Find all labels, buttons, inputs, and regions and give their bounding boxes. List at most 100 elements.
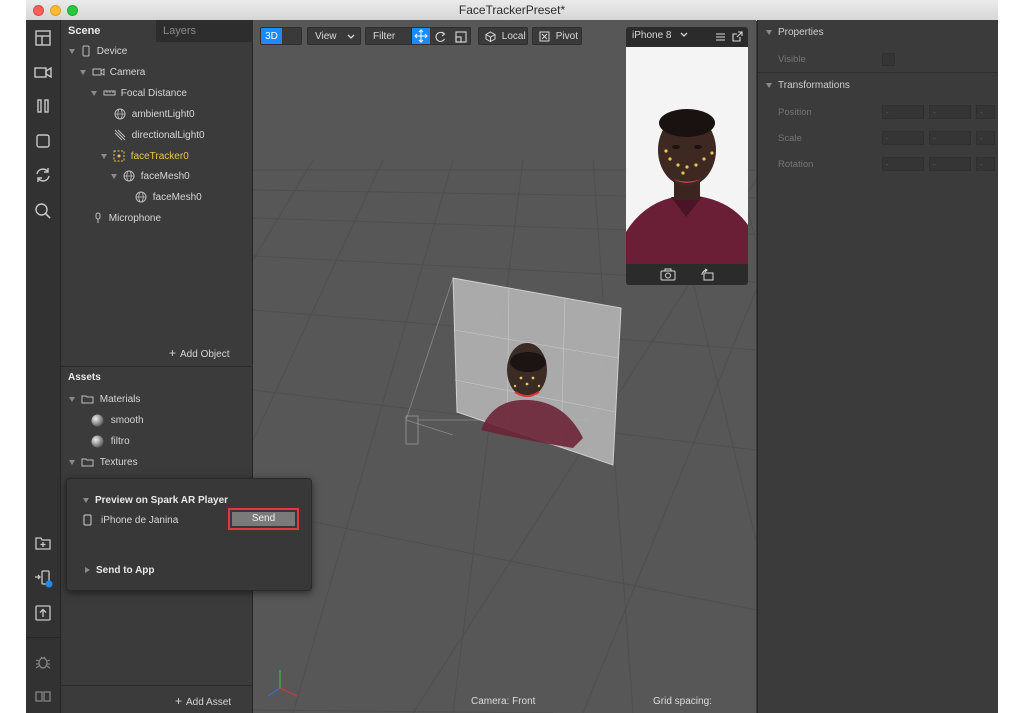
- chevron-down-icon: [347, 34, 355, 39]
- video-camera-icon[interactable]: [33, 62, 53, 82]
- tree-item-face-mesh[interactable]: faceMesh0: [111, 168, 190, 186]
- tree-item-device[interactable]: Device: [69, 43, 127, 61]
- position-x-field[interactable]: -: [882, 105, 924, 119]
- expand-arrow-icon[interactable]: [766, 82, 772, 88]
- expand-arrow-icon[interactable]: [69, 48, 75, 54]
- asset-folder-textures[interactable]: Textures: [69, 454, 138, 472]
- rotation-x-field[interactable]: -: [882, 157, 924, 171]
- layout-icon[interactable]: [33, 28, 53, 48]
- title-bar: FaceTrackerPreset*: [26, 0, 998, 21]
- transformations-header[interactable]: Transformations: [766, 80, 850, 91]
- camera-preview-image: [626, 47, 748, 264]
- face-mesh-icon: [135, 191, 147, 203]
- scale-z-field[interactable]: -: [976, 131, 995, 145]
- scene-panel: Scene Layers Device Camera Focal Distanc…: [61, 20, 258, 365]
- add-asset-label: Add Asset: [186, 697, 232, 708]
- rotation-label: Rotation: [778, 159, 814, 170]
- pivot-icon: [539, 31, 550, 42]
- popout-icon[interactable]: [732, 31, 743, 42]
- filter-dropdown[interactable]: Filter: [365, 27, 413, 45]
- popup-section-preview[interactable]: Preview on Spark AR Player: [83, 495, 228, 506]
- tree-item-label: faceMesh0: [140, 171, 190, 182]
- plus-icon: +: [169, 346, 177, 360]
- upload-icon[interactable]: [33, 603, 53, 623]
- rotate-device-icon[interactable]: [700, 268, 714, 281]
- tree-item-label: directionalLight0: [131, 130, 205, 141]
- material-sphere-icon: [91, 435, 104, 448]
- camera-status: Camera: Front: [471, 696, 536, 707]
- send-button[interactable]: Send: [232, 512, 295, 526]
- expand-arrow-icon[interactable]: [766, 29, 772, 35]
- send-to-app-label: Send to App: [96, 565, 155, 576]
- asset-material-smooth[interactable]: smooth: [91, 412, 144, 430]
- tree-item-face-mesh-child[interactable]: faceMesh0: [135, 189, 202, 207]
- pivot-label: Pivot: [555, 31, 579, 42]
- mode-3d-button[interactable]: 3D: [261, 28, 282, 44]
- left-toolbar: [26, 20, 61, 713]
- face-mesh-icon: [123, 170, 135, 182]
- scene-viewport[interactable]: 3D2D View Filter Local Pivot iPhone 8: [253, 20, 756, 713]
- docs-icon[interactable]: [33, 687, 53, 707]
- flip-camera-icon[interactable]: [660, 268, 676, 281]
- add-asset-button[interactable]: + Add Asset: [175, 694, 231, 708]
- phone-icon: [83, 514, 92, 526]
- tree-item-label: faceTracker0: [130, 151, 189, 162]
- tab-layers[interactable]: Layers: [156, 20, 258, 42]
- tab-scene[interactable]: Scene: [61, 20, 156, 42]
- tree-item-ambient-light[interactable]: ambientLight0: [114, 106, 195, 124]
- rotation-y-field[interactable]: -: [929, 157, 971, 171]
- face-tracker-icon: [113, 150, 125, 162]
- move-tool-icon[interactable]: [412, 28, 430, 44]
- expand-arrow-icon[interactable]: [91, 90, 97, 96]
- visible-checkbox[interactable]: [882, 53, 895, 66]
- collapsed-arrow-icon[interactable]: [85, 567, 90, 574]
- add-object-button[interactable]: + Add Object: [169, 346, 230, 360]
- tree-item-microphone[interactable]: Microphone: [93, 210, 161, 228]
- expand-arrow-icon[interactable]: [101, 153, 107, 159]
- local-label: Local: [501, 31, 526, 42]
- expand-arrow-icon[interactable]: [111, 173, 117, 179]
- asset-folder-materials[interactable]: Materials: [69, 391, 140, 409]
- asset-material-filtro[interactable]: filtro: [91, 433, 130, 451]
- device-select[interactable]: iPhone 8: [632, 30, 688, 41]
- tree-item-face-tracker[interactable]: faceTracker0: [101, 148, 189, 166]
- bug-report-icon[interactable]: [33, 652, 53, 672]
- tree-item-camera[interactable]: Camera: [80, 64, 145, 82]
- position-label: Position: [778, 107, 812, 118]
- popup-section-send-to-app[interactable]: Send to App: [85, 565, 155, 576]
- add-object-label: Add Object: [180, 349, 230, 360]
- scale-tool-icon[interactable]: [454, 30, 468, 43]
- scale-x-field[interactable]: -: [882, 131, 924, 145]
- properties-header[interactable]: Properties: [766, 27, 824, 38]
- stop-icon[interactable]: [33, 131, 53, 151]
- tree-item-directional-light[interactable]: directionalLight0: [114, 127, 205, 145]
- rotation-z-field[interactable]: -: [976, 157, 995, 171]
- expand-arrow-icon[interactable]: [69, 396, 75, 402]
- restart-icon[interactable]: [33, 165, 53, 185]
- position-z-field[interactable]: -: [976, 105, 995, 119]
- test-on-device-icon[interactable]: [33, 568, 53, 588]
- menu-icon[interactable]: [715, 32, 726, 42]
- asset-label: filtro: [110, 436, 130, 447]
- local-toggle[interactable]: Local: [478, 27, 528, 45]
- tree-item-focal-distance[interactable]: Focal Distance: [91, 85, 187, 103]
- pivot-toggle[interactable]: Pivot: [532, 27, 582, 45]
- preview-title: Preview on Spark AR Player: [95, 495, 229, 506]
- plus-icon: +: [175, 694, 183, 708]
- expand-arrow-icon[interactable]: [69, 459, 75, 465]
- microphone-icon: [95, 212, 101, 224]
- window-title: FaceTrackerPreset*: [458, 3, 566, 17]
- pause-icon[interactable]: [33, 96, 53, 116]
- device-preview: iPhone 8: [626, 27, 748, 285]
- cube-icon: [485, 31, 496, 42]
- scale-y-field[interactable]: -: [929, 131, 971, 145]
- rotate-tool-icon[interactable]: [433, 30, 447, 43]
- position-y-field[interactable]: -: [929, 105, 971, 119]
- view-dropdown[interactable]: View: [307, 27, 361, 45]
- asset-label: Textures: [99, 457, 138, 468]
- grid-spacing-status: Grid spacing:: [653, 696, 712, 707]
- expand-arrow-icon[interactable]: [83, 497, 89, 503]
- import-icon[interactable]: [33, 533, 53, 553]
- search-icon[interactable]: [33, 201, 53, 221]
- expand-arrow-icon[interactable]: [80, 69, 86, 75]
